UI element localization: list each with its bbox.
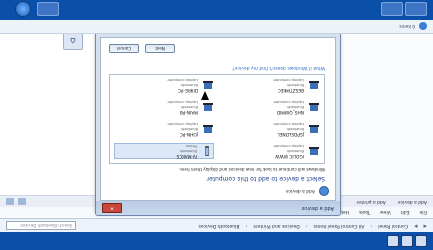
chevron-right-icon: › (305, 223, 308, 228)
laptop-icon (203, 81, 213, 89)
address-bar: ◀ ▶ Control Panel › All Control Panel It… (0, 218, 433, 232)
window-title-bar (0, 232, 433, 250)
device-type: Bluetooth (286, 149, 304, 154)
device-subtype: Laptop computer (167, 78, 198, 83)
view-options-icon[interactable] (18, 198, 26, 205)
device-name: JSPDSLDNEL (277, 131, 304, 137)
close-window-button[interactable] (415, 235, 427, 247)
device-subtype: Laptop computer (167, 122, 198, 127)
minimize-window-button[interactable] (387, 235, 399, 247)
device-subtype: Laptop computer (167, 100, 198, 105)
device-item[interactable]: DI9RE-PC Bluetooth Laptop computer (114, 77, 214, 93)
add-device-button[interactable]: Add a device (398, 199, 427, 204)
dialog-title: Add a device (301, 205, 334, 211)
device-list: IGOLIC WWW Bluetooth Laptop computer JSPDS… (109, 74, 325, 164)
device-type: Bluetooth (286, 127, 304, 132)
device-item[interactable]: BESZTMKEC Bluetooth Laptop computer (220, 77, 320, 93)
device-subtype: Laptop computer (273, 144, 304, 149)
phone-icon (205, 146, 209, 156)
breadcrumb-2[interactable]: All Control Panel Items (314, 223, 365, 228)
status-text: 0 items (399, 24, 415, 29)
device-subtype: Laptop computer (273, 122, 304, 127)
device-item[interactable]: IGOLIC WWW Bluetooth Laptop computer (220, 143, 320, 159)
breadcrumb-4[interactable]: Bluetooth Devices (199, 223, 240, 228)
device-name: DI9RE-PC (177, 87, 198, 93)
laptop-icon (309, 81, 319, 89)
tray-icon[interactable] (381, 2, 403, 16)
start-button[interactable] (15, 1, 31, 17)
breadcrumb-3[interactable]: Devices and Printers (253, 223, 299, 228)
taskbar (0, 0, 433, 20)
laptop-icon (309, 125, 319, 133)
device-name: MAIN-PB (179, 109, 198, 115)
menu-edit[interactable]: Edit (401, 210, 410, 215)
chevron-right-icon: › (245, 223, 248, 228)
next-button[interactable]: Next (145, 44, 175, 53)
back-nav-icon[interactable]: ◀ (424, 223, 427, 228)
dialog-buttons: Next Cancel (109, 44, 175, 53)
add-printer-button[interactable]: Add a printer (356, 199, 386, 204)
device-type: Bluetooth (180, 105, 198, 110)
device-subtype: Laptop computer (273, 100, 304, 105)
view-controls (6, 198, 26, 205)
device-item[interactable]: NHS_QWMID Bluetooth Laptop computer (220, 99, 320, 115)
device-item[interactable]: JOHN-PC Bluetooth Laptop computer (114, 121, 214, 137)
status-bar: 0 items (0, 20, 433, 34)
device-subtype: Laptop computer (273, 78, 304, 83)
help-icon[interactable] (6, 198, 14, 205)
laptop-icon (309, 103, 319, 111)
device-name: JOHN-PC (179, 131, 198, 137)
dialog-body: Add a device Select a device to add to t… (100, 37, 336, 201)
dialog-back-row: Add a device (286, 186, 329, 196)
device-name: BESZTMKEC (277, 87, 304, 93)
device-name: IGOLIC WWW (275, 153, 304, 159)
forward-nav-icon[interactable]: ▶ (414, 223, 417, 228)
device-item[interactable]: JSPDSLDNEL Bluetooth Laptop computer (220, 121, 320, 137)
maximize-window-button[interactable] (401, 235, 413, 247)
dialog-heading: Select a device to add to this computer (206, 175, 325, 182)
menu-file[interactable]: File (419, 210, 427, 215)
dialog-title-bar: Add a device ✕ (96, 201, 340, 215)
navigation-pane (343, 34, 433, 194)
laptop-icon (309, 147, 319, 155)
tray-icon[interactable] (405, 2, 427, 16)
search-input[interactable]: Search Bluetooth Devices (6, 221, 76, 230)
device-type: Bluetooth (179, 149, 197, 154)
menu-view[interactable]: View (380, 210, 391, 215)
back-arrow-icon[interactable] (319, 186, 329, 196)
bluetooth-icon (419, 22, 427, 31)
laptop-icon (203, 125, 213, 133)
device-type: Bluetooth (286, 83, 304, 88)
device-type: Bluetooth (180, 83, 198, 88)
device-item[interactable]: MAIN-PB Bluetooth Laptop computer (114, 99, 214, 115)
dialog-close-button[interactable]: ✕ (102, 203, 122, 213)
device-type: Bluetooth (180, 127, 198, 132)
device-subtype: Phone (185, 144, 197, 149)
cancel-button[interactable]: Cancel (109, 44, 139, 53)
device-name: NHS_QWMID (276, 109, 304, 115)
dialog-subtext: Windows will continue to look for new de… (178, 167, 325, 172)
add-device-dialog: Add a device ✕ Add a device Select a dev… (95, 32, 341, 216)
mouse-cursor-icon (201, 91, 209, 100)
laptop-icon (203, 103, 213, 111)
screen: ◀ ▶ Control Panel › All Control Panel It… (0, 0, 433, 250)
chevron-right-icon: › (370, 223, 373, 228)
breadcrumb-1[interactable]: Control Panel (378, 223, 408, 228)
help-link[interactable]: What if Windows doesn't find my device? (232, 65, 325, 70)
taskbar-app-button[interactable] (37, 2, 59, 16)
menu-tools[interactable]: Tools (359, 210, 370, 215)
device-type: Bluetooth (286, 105, 304, 110)
dialog-back-label: Add a device (285, 188, 315, 194)
device-name: IV-MAKCS (176, 153, 197, 159)
device-item-selected[interactable]: IV-MAKCS Bluetooth Phone (114, 143, 214, 159)
